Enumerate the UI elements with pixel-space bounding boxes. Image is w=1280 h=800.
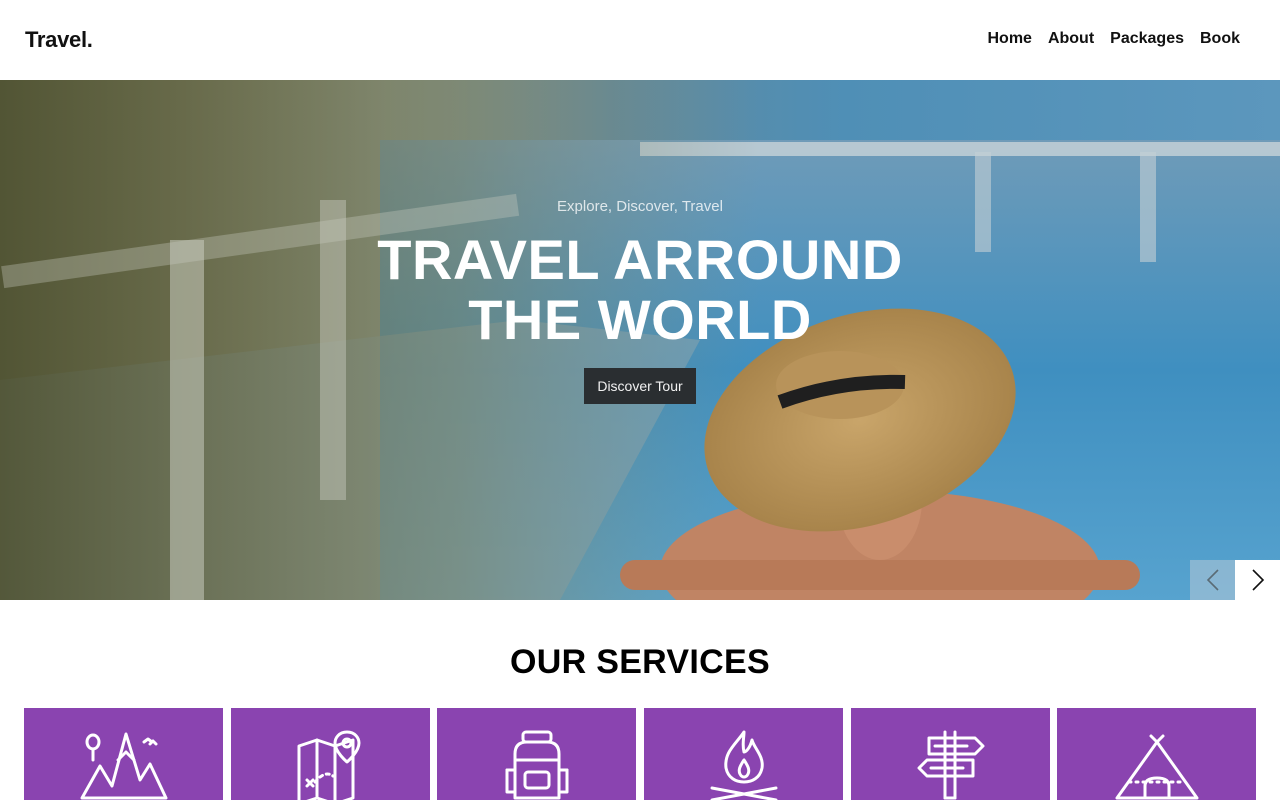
nav-book[interactable]: Book (1200, 30, 1240, 48)
chevron-left-icon (1206, 569, 1219, 591)
slider-next-button[interactable] (1235, 560, 1280, 600)
tent-icon (1115, 734, 1198, 800)
nav-packages[interactable]: Packages (1110, 30, 1184, 48)
backpack-icon (505, 730, 568, 800)
map-location-icon (297, 730, 360, 800)
main-nav: Home About Packages Book (988, 30, 1241, 48)
discover-tour-button[interactable]: Discover Tour (584, 368, 696, 404)
hero-slider: Explore, Discover, Travel TRAVEL ARROUND… (0, 80, 1280, 600)
chevron-right-icon (1251, 569, 1264, 591)
service-card-signpost[interactable] (851, 708, 1050, 800)
services-title: OUR SERVICES (510, 643, 770, 681)
nav-home[interactable]: Home (988, 30, 1032, 48)
campfire-icon (710, 730, 777, 800)
mountain-icon (80, 732, 167, 800)
service-card-tent[interactable] (1057, 708, 1256, 800)
slider-prev-button[interactable] (1190, 560, 1235, 600)
nav-about[interactable]: About (1048, 30, 1094, 48)
hero-title-line-2: THE WORLD (468, 288, 812, 351)
service-card-campfire[interactable] (644, 708, 843, 800)
hero-title-line-1: TRAVEL ARROUND (377, 228, 903, 291)
service-card-mountain[interactable] (24, 708, 223, 800)
service-card-map[interactable] (231, 708, 430, 800)
service-card-backpack[interactable] (437, 708, 636, 800)
site-header: Travel. Home About Packages Book (0, 0, 1280, 80)
hero-subtitle: Explore, Discover, Travel (557, 198, 723, 215)
signpost-icon (917, 730, 984, 800)
hero-title: TRAVEL ARROUND THE WORLD (0, 230, 1280, 350)
brand-logo[interactable]: Travel. (25, 27, 93, 53)
